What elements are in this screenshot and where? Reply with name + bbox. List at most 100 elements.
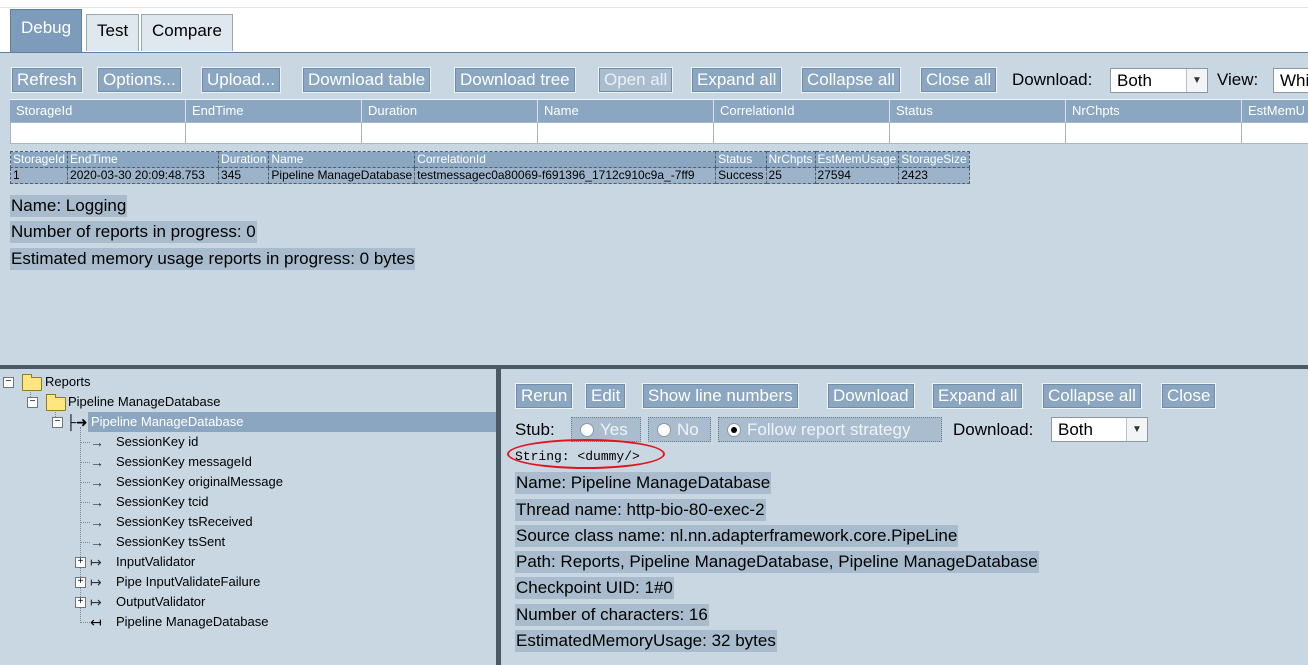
checkpoint-detail-pane: Rerun Edit Show line numbers Download Ex… bbox=[501, 369, 1308, 665]
filter-header-name[interactable]: Name bbox=[538, 100, 714, 122]
download-tree-button[interactable]: Download tree bbox=[454, 67, 576, 93]
tree-node-label: SessionKey messageId bbox=[116, 454, 252, 469]
column-header[interactable]: Name bbox=[268, 151, 416, 168]
arrow-right-icon: → bbox=[90, 534, 104, 550]
arrow-right-icon: → bbox=[90, 474, 104, 490]
expand-icon[interactable]: + bbox=[75, 557, 86, 568]
filter-header-endtime[interactable]: EndTime bbox=[186, 100, 362, 122]
download-table-button[interactable]: Download table bbox=[302, 67, 432, 93]
filter-header-duration[interactable]: Duration bbox=[362, 100, 538, 122]
download-button[interactable]: Download bbox=[827, 383, 915, 409]
tab-bar-line bbox=[0, 7, 1308, 8]
download-label: Download: bbox=[1012, 70, 1093, 89]
column-header[interactable]: Status bbox=[715, 151, 767, 168]
reports-table-header: StorageId EndTime Duration Name Correlat… bbox=[9, 151, 970, 168]
arrow-right-icon: → bbox=[90, 454, 104, 470]
show-line-numbers-button[interactable]: Show line numbers bbox=[642, 383, 799, 409]
tree-node-selected[interactable]: − ├➜ Pipeline ManageDatabase bbox=[0, 412, 496, 432]
expand-all-button[interactable]: Expand all bbox=[932, 383, 1024, 409]
view-select-value: Whi bbox=[1280, 71, 1308, 90]
tree-node-label: Pipeline ManageDatabase bbox=[88, 412, 496, 432]
tree-node-label: SessionKey originalMessage bbox=[116, 474, 283, 489]
refresh-button[interactable]: Refresh bbox=[11, 67, 83, 93]
expand-all-button[interactable]: Expand all bbox=[691, 67, 783, 93]
close-all-button[interactable]: Close all bbox=[920, 67, 998, 93]
filter-inputs bbox=[10, 122, 1308, 144]
tab-test[interactable]: Test bbox=[86, 14, 140, 51]
report-list-pane: Refresh Options... Upload... Download ta… bbox=[0, 52, 1308, 366]
checkpoint-char-count: Number of characters: 16 bbox=[515, 604, 709, 626]
column-header[interactable]: Duration bbox=[218, 151, 270, 168]
reports-table: StorageId EndTime Duration Name Correlat… bbox=[9, 151, 970, 184]
highlight-annotation bbox=[507, 439, 665, 469]
download-select-value: Both bbox=[1117, 71, 1152, 90]
tree-node-reports[interactable]: − Reports bbox=[0, 372, 200, 392]
filter-header-correlationid[interactable]: CorrelationId bbox=[714, 100, 890, 122]
expand-icon[interactable]: + bbox=[75, 577, 86, 588]
tree-node-label: SessionKey tsReceived bbox=[116, 514, 253, 529]
detail-download-label: Download: bbox=[953, 420, 1034, 439]
end-point-icon: ↤ bbox=[90, 614, 102, 630]
filter-input-name[interactable] bbox=[538, 122, 714, 144]
collapse-all-button[interactable]: Collapse all bbox=[801, 67, 901, 93]
checkpoint-memory-usage: EstimatedMemoryUsage: 32 bytes bbox=[515, 630, 777, 652]
tree-node-label: Pipeline ManageDatabase bbox=[68, 394, 221, 409]
table-cell: 2423 bbox=[898, 167, 970, 184]
collapse-all-button[interactable]: Collapse all bbox=[1042, 383, 1142, 409]
detail-download-select-value: Both bbox=[1058, 420, 1093, 439]
tree-node-label: Pipe InputValidateFailure bbox=[116, 574, 261, 589]
column-header[interactable]: EstMemUsage bbox=[814, 151, 900, 168]
filter-input-endtime[interactable] bbox=[186, 122, 362, 144]
column-header[interactable]: StorageId bbox=[9, 151, 69, 168]
checkpoint-name: Name: Pipeline ManageDatabase bbox=[515, 472, 772, 494]
stub-no-label: No bbox=[677, 420, 699, 439]
info-memory-usage: Estimated memory usage reports in progre… bbox=[10, 248, 416, 270]
options-button[interactable]: Options... bbox=[97, 67, 182, 93]
expand-icon[interactable]: + bbox=[75, 597, 86, 608]
rerun-button[interactable]: Rerun bbox=[515, 383, 574, 409]
filter-input-correlationid[interactable] bbox=[714, 122, 890, 144]
chevron-down-icon: ▼ bbox=[1126, 418, 1147, 441]
collapse-icon[interactable]: − bbox=[27, 397, 38, 408]
upload-button[interactable]: Upload... bbox=[201, 67, 282, 93]
view-label: View: bbox=[1217, 70, 1259, 89]
download-select[interactable]: Both ▼ bbox=[1110, 68, 1208, 93]
column-header[interactable]: EndTime bbox=[67, 151, 220, 168]
branch-icon: ↦ bbox=[90, 594, 102, 610]
tree-node-label: Reports bbox=[45, 374, 91, 389]
filter-header-estmemusage[interactable]: EstMemU bbox=[1242, 100, 1308, 122]
collapse-icon[interactable]: − bbox=[3, 377, 14, 388]
table-cell: 2020-03-30 20:09:48.753 bbox=[67, 167, 220, 184]
column-header[interactable]: NrChpts bbox=[765, 151, 816, 168]
tree-node-label: Pipeline ManageDatabase bbox=[116, 614, 269, 629]
view-select[interactable]: Whi bbox=[1273, 68, 1308, 93]
column-header[interactable]: CorrelationId bbox=[414, 151, 717, 168]
filter-header-storageid[interactable]: StorageId bbox=[10, 100, 186, 122]
checkpoint-uid: Checkpoint UID: 1#0 bbox=[515, 577, 674, 599]
tab-compare[interactable]: Compare bbox=[141, 14, 233, 51]
radio-icon bbox=[580, 423, 594, 437]
tree-node-report[interactable]: − Pipeline ManageDatabase bbox=[0, 392, 300, 412]
filter-header-nrchpts[interactable]: NrChpts bbox=[1066, 100, 1242, 122]
filter-input-status[interactable] bbox=[890, 122, 1066, 144]
filter-input-estmemusage[interactable] bbox=[1242, 122, 1308, 144]
table-row[interactable]: 1 2020-03-30 20:09:48.753 345 Pipeline M… bbox=[9, 167, 970, 184]
filter-input-nrchpts[interactable] bbox=[1066, 122, 1242, 144]
collapse-icon[interactable]: − bbox=[52, 417, 63, 428]
table-cell: 27594 bbox=[814, 167, 900, 184]
detail-download-select[interactable]: Both ▼ bbox=[1051, 417, 1148, 442]
edit-button[interactable]: Edit bbox=[585, 383, 627, 409]
stub-follow-label: Follow report strategy bbox=[747, 420, 911, 439]
checkpoint-path: Path: Reports, Pipeline ManageDatabase, … bbox=[515, 551, 1039, 573]
filter-input-storageid[interactable] bbox=[10, 122, 186, 144]
filter-input-duration[interactable] bbox=[362, 122, 538, 144]
open-all-button[interactable]: Open all bbox=[598, 67, 674, 93]
close-button[interactable]: Close bbox=[1161, 383, 1217, 409]
stub-no-radio[interactable]: No bbox=[648, 417, 711, 442]
column-header[interactable]: StorageSize bbox=[898, 151, 970, 168]
stub-follow-radio[interactable]: Follow report strategy bbox=[718, 417, 942, 442]
tab-debug[interactable]: Debug bbox=[10, 9, 83, 52]
checkpoint-thread: Thread name: http-bio-80-exec-2 bbox=[515, 499, 766, 521]
filter-header-status[interactable]: Status bbox=[890, 100, 1066, 122]
checkpoint-source-class: Source class name: nl.nn.adapterframewor… bbox=[515, 525, 959, 547]
